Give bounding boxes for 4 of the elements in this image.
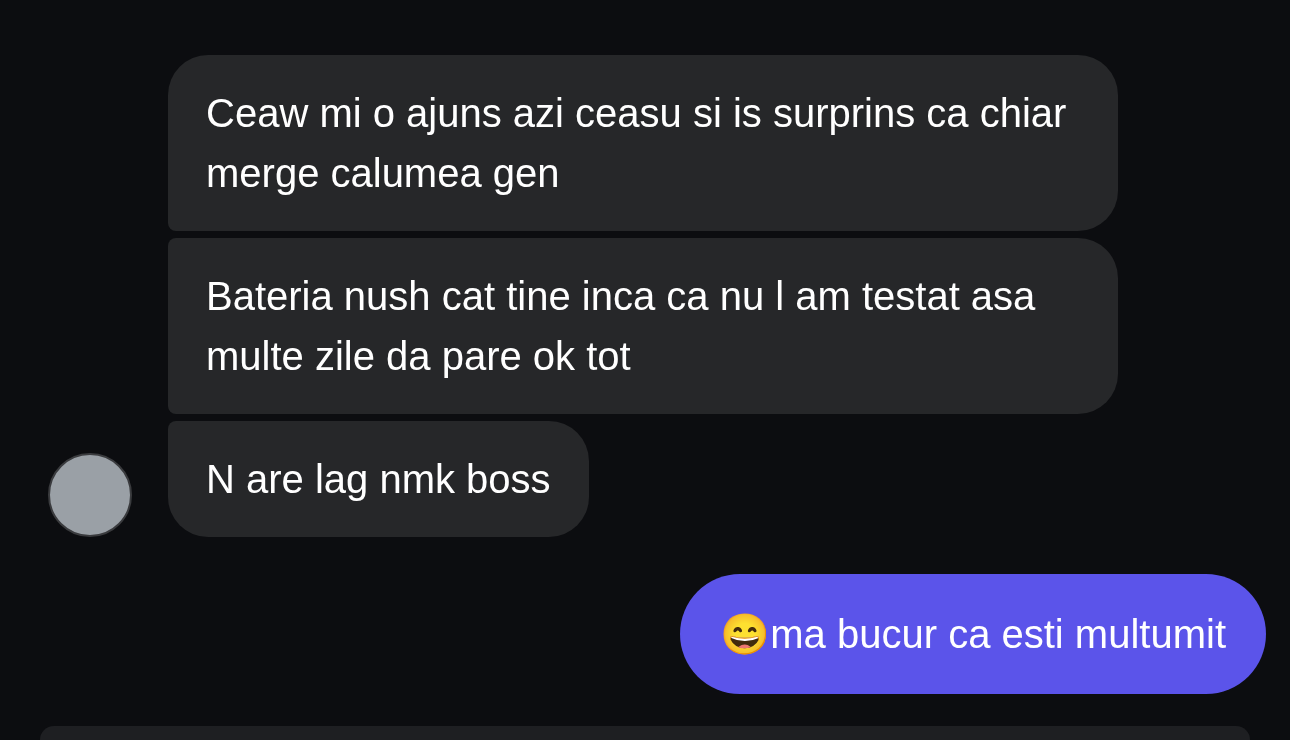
received-message-bubble: N are lag nmk boss — [168, 421, 589, 537]
received-message-bubble: Bateria nush cat tine inca ca nu l am testat asa multe zile da pare ok tot — [168, 238, 1118, 414]
sent-message-bubble: 😄ma bucur ca esti multumit — [680, 574, 1266, 694]
received-message-bubble: Ceaw mi o ajuns azi ceasu si is surprins ca chiar merge calumea gen — [168, 55, 1118, 231]
